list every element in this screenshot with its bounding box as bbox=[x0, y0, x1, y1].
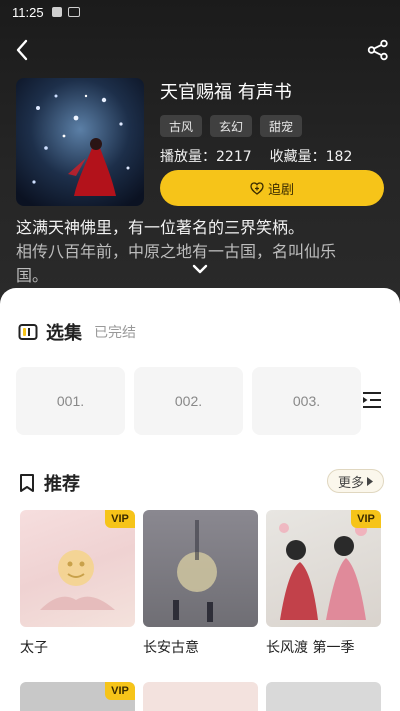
image-icon bbox=[67, 7, 80, 17]
book-description: 这满天神佛里，有一位著名的三界笑柄。 相传八百年前，中原之地有一古国，名叫仙乐 … bbox=[16, 216, 386, 288]
vip-badge: VIP bbox=[351, 510, 381, 528]
description-line: 相传八百年前，中原之地有一古国，名叫仙乐 bbox=[16, 242, 337, 261]
recommend-title-text: 太子 bbox=[20, 640, 48, 656]
playlist-icon bbox=[363, 392, 381, 408]
episodes-header: 选集 已完结 bbox=[18, 319, 136, 345]
follow-label: 追剧 bbox=[267, 182, 294, 198]
recommend-cover[interactable] bbox=[143, 682, 258, 711]
description-line: 这满天神佛里，有一位著名的三界笑柄。 bbox=[16, 218, 305, 237]
recommend-cover[interactable]: VIP bbox=[20, 682, 135, 711]
recommend-cover bbox=[143, 510, 258, 627]
recommend-card[interactable]: VIP 长风渡 第一季 bbox=[266, 510, 381, 657]
episode-item[interactable]: 001. bbox=[16, 367, 125, 435]
book-info: 天官赐福 有声书 古风 玄幻 甜宠 播放量：2217 收藏量：182 bbox=[160, 80, 386, 166]
heart-plus-icon bbox=[250, 181, 264, 195]
tag-list: 古风 玄幻 甜宠 bbox=[160, 115, 386, 137]
chevron-down-icon bbox=[192, 264, 208, 274]
more-button[interactable]: 更多 bbox=[326, 469, 384, 493]
episode-item[interactable]: 002. bbox=[134, 367, 243, 435]
episodes-title: 选集 bbox=[46, 323, 82, 344]
tag[interactable]: 古风 bbox=[160, 115, 203, 137]
recommend-cover[interactable] bbox=[266, 682, 381, 711]
stats: 播放量：2217 收藏量：182 bbox=[160, 146, 386, 166]
recommend-card[interactable]: 长安古意 bbox=[143, 510, 258, 657]
book-cover bbox=[16, 78, 144, 206]
recommend-cover: VIP bbox=[266, 510, 381, 627]
recommend-card[interactable]: VIP 太子 bbox=[20, 510, 135, 657]
recommend-title-text: 长风渡 第一季 bbox=[266, 640, 355, 656]
episodes-icon bbox=[18, 324, 38, 340]
book-title: 天官赐福 有声书 bbox=[160, 82, 292, 103]
recommend-title-text: 长安古意 bbox=[143, 640, 199, 656]
vip-badge: VIP bbox=[105, 682, 135, 700]
more-label: 更多 bbox=[337, 475, 364, 491]
content-sheet: 选集 已完结 001. 002. 003. 推荐 更多 VIP 太子 长安古意 … bbox=[0, 288, 400, 711]
status-icons bbox=[51, 7, 80, 17]
episodes-status: 已完结 bbox=[94, 325, 136, 341]
episode-list: 001. 002. 003. bbox=[16, 367, 361, 435]
share-icon bbox=[367, 39, 388, 61]
notification-icon bbox=[51, 7, 62, 17]
tag[interactable]: 甜宠 bbox=[260, 115, 303, 137]
hero-header: 11:25 天官赐福 有声书 古风 玄幻 甜宠 播放量：2217 收藏量：182… bbox=[0, 0, 400, 300]
episode-list-button[interactable] bbox=[360, 388, 384, 412]
episode-item[interactable]: 003. bbox=[252, 367, 361, 435]
chevron-right-icon bbox=[367, 476, 373, 486]
chevron-left-icon bbox=[16, 39, 28, 61]
recommend-header: 推荐 bbox=[18, 470, 80, 496]
status-time: 11:25 bbox=[12, 4, 44, 20]
status-bar: 11:25 bbox=[0, 0, 400, 24]
recommend-grid-row2: VIP bbox=[20, 682, 381, 711]
recommend-grid: VIP 太子 长安古意 VIP 长风渡 第一季 bbox=[20, 510, 381, 657]
tag[interactable]: 玄幻 bbox=[210, 115, 253, 137]
share-button[interactable] bbox=[364, 36, 392, 64]
bookmark-icon bbox=[20, 474, 34, 492]
vip-badge: VIP bbox=[105, 510, 135, 528]
recommend-title: 推荐 bbox=[44, 474, 80, 495]
recommend-cover: VIP bbox=[20, 510, 135, 627]
back-button[interactable] bbox=[8, 36, 36, 64]
favorite-count: 收藏量：182 bbox=[269, 149, 353, 165]
play-count: 播放量：2217 bbox=[160, 149, 252, 165]
expand-description-button[interactable] bbox=[190, 262, 210, 276]
follow-button[interactable]: 追剧 bbox=[160, 170, 384, 206]
